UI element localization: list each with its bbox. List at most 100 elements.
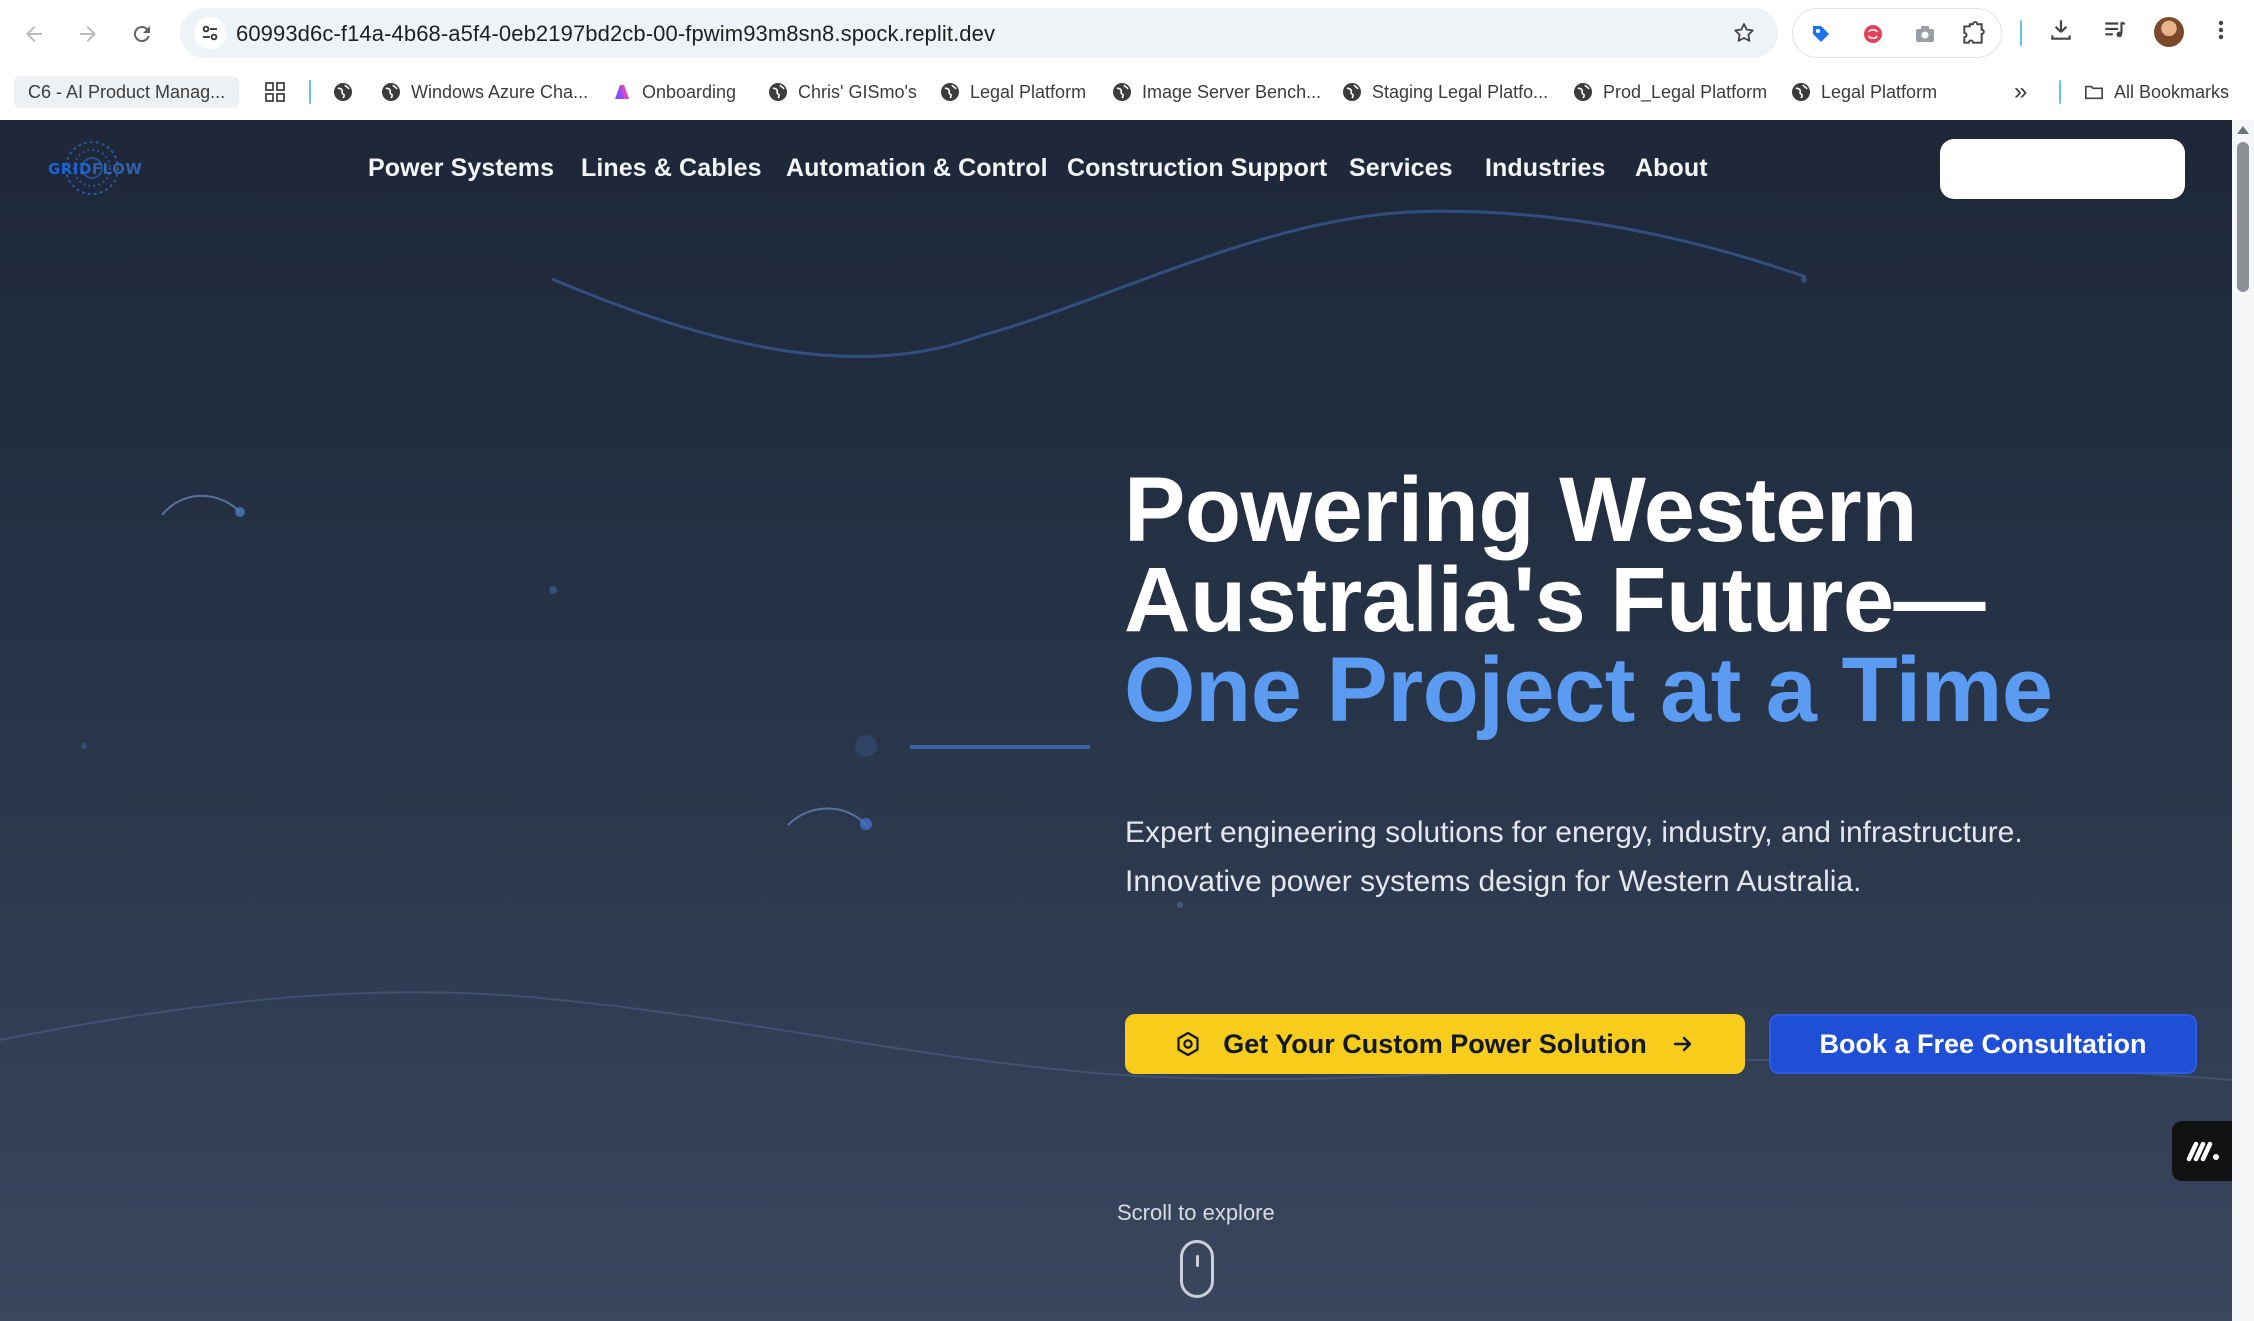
folder-icon [2085, 85, 2103, 100]
bookmarks-overflow-button[interactable]: » [2014, 76, 2027, 108]
bookmark-item[interactable]: Onboarding [612, 76, 736, 108]
menu-icon [2218, 20, 2224, 40]
media-icon [2105, 21, 2126, 38]
bookmark-label: C6 - AI Product Manag... [28, 81, 226, 102]
all-bookmarks-button[interactable]: All Bookmarks [2084, 76, 2229, 108]
globe-icon [1343, 83, 1361, 101]
globe-icon [769, 83, 787, 101]
site-info-icon [202, 25, 218, 41]
address-bar[interactable]: 60993d6c-f14a-4b68-a5f4-0eb2197bd2cb-00-… [180, 8, 1778, 58]
nav-construction-support[interactable]: Construction Support [1067, 154, 1327, 183]
onboarding-icon [615, 85, 629, 99]
hero-title-line-1: Powering Western [1124, 459, 1917, 561]
bookmark-label: Windows Azure Cha... [411, 81, 589, 102]
bookmark-item[interactable]: Staging Legal Platfo... [1342, 76, 1548, 108]
hero-title-accent-line: One Project at a Time [1124, 639, 2053, 741]
back-icon [26, 26, 42, 42]
reload-button[interactable] [122, 14, 162, 54]
forward-button[interactable] [68, 14, 108, 54]
bookmark-item[interactable]: Legal Platform [940, 76, 1086, 108]
hero-title: Powering Western Australia's Future— One… [1124, 459, 2053, 741]
browser-chrome: 60993d6c-f14a-4b68-a5f4-0eb2197bd2cb-00-… [0, 0, 2254, 120]
m-logo-icon [2186, 1141, 2219, 1162]
globe-icon [382, 83, 400, 101]
page-scrollbar[interactable] [2232, 120, 2254, 1321]
logo-text-flow: FLOW [91, 160, 143, 178]
bookmark-item[interactable]: C6 - AI Product Manag... [14, 76, 240, 108]
tag-extension-icon [1813, 26, 1829, 42]
scroll-to-explore-label: Scroll to explore [1117, 1200, 1275, 1225]
nav-industries[interactable]: Industries [1485, 154, 1605, 183]
nav-power-systems[interactable]: Power Systems [368, 154, 554, 183]
bookmark-label: Chris' GISmo's [798, 81, 917, 102]
camera-icon [1916, 26, 1934, 42]
arrow-right-icon [1673, 1036, 1691, 1052]
hero-subtitle-line-2: Innovative power systems design for West… [1125, 865, 1862, 898]
globe-icon [1574, 83, 1592, 101]
bookmark-label: Onboarding [642, 81, 737, 102]
hero-subtitle-line-1: Expert engineering solutions for energy,… [1125, 816, 2023, 849]
globe-icon [1113, 83, 1131, 101]
media-controls-button[interactable] [2098, 13, 2132, 47]
extensions-group [1792, 8, 2002, 58]
bookmarks-divider [2059, 80, 2061, 104]
logo-wordmark: GRIDFLOW [48, 160, 142, 178]
all-bookmarks-label: All Bookmarks [2114, 81, 2230, 102]
hero-subtitle: Expert engineering solutions for energy,… [1125, 808, 2023, 906]
floating-widget-button[interactable] [2172, 1121, 2236, 1181]
bookmarks-bar: C6 - AI Product Manag... Windows Azure C… [0, 66, 2254, 120]
bookmark-item[interactable]: Chris' GISmo's [768, 76, 917, 108]
downloads-button[interactable] [2044, 13, 2078, 47]
header-cta-button[interactable] [1940, 139, 2185, 199]
custom-power-solution-label: Get Your Custom Power Solution [1223, 1028, 1647, 1059]
apps-button[interactable] [264, 76, 286, 108]
extension-3[interactable] [1911, 20, 1939, 48]
scroll-mouse-wheel [1196, 1255, 1199, 1267]
reload-icon [133, 26, 150, 43]
custom-power-solution-button[interactable]: Get Your Custom Power Solution [1125, 1014, 1745, 1074]
globe-icon [334, 83, 352, 101]
brain-extension-icon [1864, 25, 1882, 43]
bookmark-label: Prod_Legal Platform [1603, 81, 1768, 102]
bookmark-item[interactable]: Legal Platform [1791, 76, 1937, 108]
globe-icon [941, 83, 959, 101]
browser-menu-button[interactable] [2206, 13, 2236, 47]
hero-title-line-2: Australia's Future— [1124, 549, 1985, 651]
bookmarks-divider [309, 80, 311, 104]
star-icon [1734, 23, 1754, 42]
scroll-mouse-icon[interactable] [1180, 1240, 1214, 1298]
hexagon-settings-icon [1177, 1031, 1199, 1057]
url-text[interactable]: 60993d6c-f14a-4b68-a5f4-0eb2197bd2cb-00-… [236, 21, 995, 47]
extensions-button[interactable] [1959, 20, 1987, 48]
logo-text-grid: GRID [48, 160, 92, 178]
scrollbar-thumb[interactable] [2237, 142, 2249, 292]
nav-automation-control[interactable]: Automation & Control [786, 154, 1048, 183]
bookmark-label: Legal Platform [1821, 81, 1938, 102]
globe-icon [1792, 83, 1810, 101]
profile-avatar[interactable] [2154, 17, 2184, 47]
bookmark-item[interactable]: Windows Azure Cha... [381, 76, 588, 108]
bookmark-star-button[interactable] [1730, 19, 1758, 47]
nav-about[interactable]: About [1635, 154, 1708, 183]
bookmark-label: Image Server Bench... [1142, 81, 1322, 102]
extension-2[interactable] [1859, 20, 1887, 48]
bookmark-item-globe[interactable] [333, 76, 363, 108]
toolbar-divider [2020, 20, 2022, 46]
apps-grid-icon [265, 82, 285, 102]
nav-services[interactable]: Services [1349, 154, 1453, 183]
extension-icon [1963, 21, 1985, 44]
scroll-up-arrow-icon[interactable] [2237, 126, 2249, 134]
bookmark-item[interactable]: Image Server Bench... [1112, 76, 1321, 108]
book-consultation-button[interactable]: Book a Free Consultation [1769, 1014, 2197, 1074]
bookmark-label: Legal Platform [970, 81, 1087, 102]
back-button[interactable] [14, 14, 54, 54]
bookmark-label: Staging Legal Platfo... [1372, 81, 1549, 102]
forward-icon [80, 26, 96, 42]
nav-lines-cables[interactable]: Lines & Cables [581, 154, 762, 183]
extension-1[interactable] [1807, 20, 1835, 48]
bookmark-item[interactable]: Prod_Legal Platform [1573, 76, 1767, 108]
site-info-button[interactable] [194, 17, 226, 49]
site-logo[interactable]: GRIDFLOW [44, 136, 142, 200]
download-icon [2051, 20, 2071, 40]
book-consultation-label: Book a Free Consultation [1819, 1028, 2147, 1059]
